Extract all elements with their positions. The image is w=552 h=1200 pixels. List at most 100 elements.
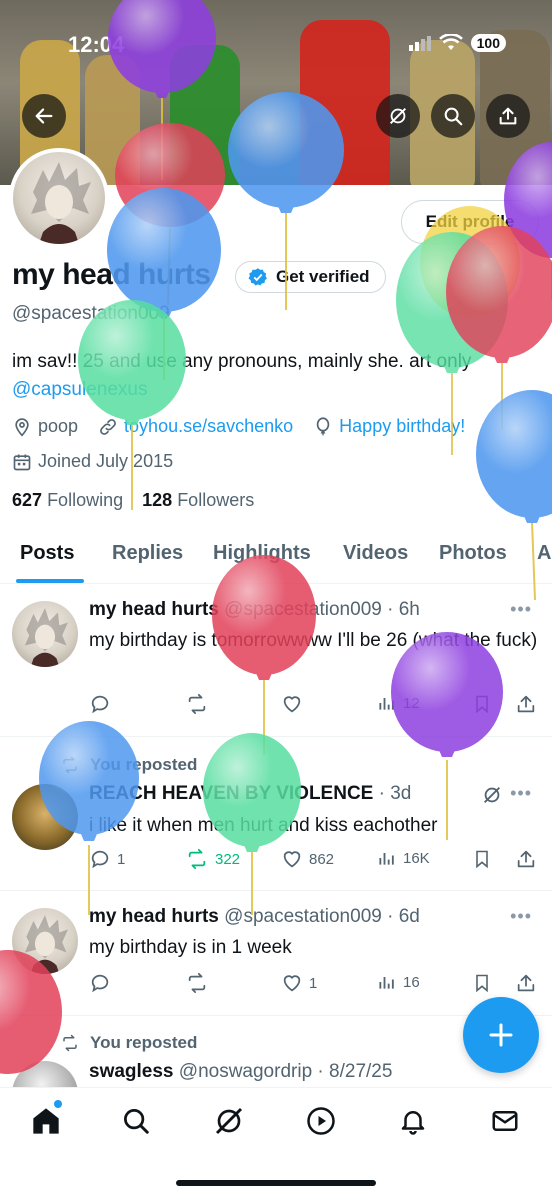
- mail-icon: [492, 1111, 518, 1131]
- more-options-icon[interactable]: •••: [510, 599, 532, 620]
- nav-messages[interactable]: [488, 1104, 522, 1138]
- heart-icon: [283, 851, 301, 868]
- share-tweet-button[interactable]: [515, 848, 537, 870]
- tab-videos[interactable]: Videos: [343, 542, 408, 565]
- reply-button[interactable]: [89, 693, 111, 715]
- tab-replies[interactable]: Replies: [112, 542, 183, 565]
- bio-mention-link[interactable]: @capsulenexus: [12, 376, 552, 404]
- reply-icon: [91, 850, 109, 869]
- tweet-author-name[interactable]: swagless: [89, 1061, 174, 1082]
- repost-note-text: You reposted: [90, 755, 198, 774]
- wifi-icon: [438, 34, 463, 50]
- views-button[interactable]: 16K: [377, 848, 430, 868]
- grok-button[interactable]: [376, 94, 420, 138]
- location-text: poop: [38, 416, 79, 436]
- views-icon: [379, 698, 394, 710]
- more-options-icon[interactable]: •••: [510, 783, 532, 804]
- share-button[interactable]: [486, 94, 530, 138]
- home-icon: [33, 1108, 59, 1134]
- followers-label: Followers: [177, 490, 255, 510]
- follow-stats: 627 Following 128 Followers: [12, 490, 254, 511]
- tweet-time: 8/27/25: [329, 1061, 393, 1082]
- views-count: 16K: [403, 849, 430, 867]
- like-button[interactable]: 862: [281, 848, 334, 870]
- like-button[interactable]: [281, 693, 303, 715]
- play-icon: [307, 1107, 335, 1135]
- tweet-author-name[interactable]: my head hurts: [89, 599, 219, 620]
- profile-avatar[interactable]: [9, 148, 109, 248]
- tweet-author-name[interactable]: REACH HEAVEN BY VIOLENCE: [89, 783, 373, 804]
- edit-profile-button[interactable]: Edit profile: [401, 200, 539, 244]
- website-link[interactable]: toyhou.se/savchenko: [124, 416, 293, 437]
- tweet-item[interactable]: my head hurts @spacestation009 · 6d ••• …: [0, 892, 552, 1016]
- nav-home[interactable]: [29, 1104, 63, 1138]
- nav-grok[interactable]: [212, 1104, 246, 1138]
- tweet-item[interactable]: You reposted REACH HEAVEN BY VIOLENCE · …: [0, 738, 552, 891]
- joined-row: Joined July 2015: [12, 451, 173, 472]
- bookmark-button[interactable]: [472, 972, 492, 994]
- like-count: 1: [309, 974, 318, 992]
- like-button[interactable]: 1: [281, 972, 317, 994]
- bookmark-button[interactable]: [472, 848, 492, 870]
- search-icon: [444, 107, 463, 126]
- heart-icon: [283, 975, 301, 992]
- bio-text: im sav!! 25 and use any pronouns, mainly…: [12, 351, 472, 372]
- tweet-header: REACH HEAVEN BY VIOLENCE · 3d: [89, 783, 412, 804]
- repost-icon: [188, 693, 206, 715]
- repost-note: You reposted: [60, 1033, 197, 1053]
- tweet-text: my birthday is tomorrowwww I'll be 26 (w…: [89, 630, 538, 651]
- profile-handle: @spacestation009: [12, 303, 170, 324]
- repost-icon: [188, 848, 206, 870]
- share-tweet-button[interactable]: [515, 972, 537, 994]
- views-button[interactable]: 16: [377, 972, 420, 992]
- tweet-avatar[interactable]: [12, 1061, 78, 1087]
- nav-notifications[interactable]: [396, 1104, 430, 1138]
- more-options-icon[interactable]: •••: [510, 906, 532, 927]
- tab-articles[interactable]: A: [537, 542, 551, 565]
- tweet-actions: 12: [89, 693, 539, 717]
- like-count: 862: [309, 850, 335, 868]
- share-tweet-button[interactable]: [515, 693, 537, 715]
- status-bar: 12:04 100: [0, 0, 552, 90]
- views-icon: [379, 853, 394, 865]
- nav-video[interactable]: [304, 1104, 338, 1138]
- display-name: my head hurts: [12, 258, 211, 291]
- tweet-avatar[interactable]: [12, 601, 78, 667]
- nav-search[interactable]: [119, 1104, 153, 1138]
- back-button[interactable]: [22, 94, 66, 138]
- compose-post-button[interactable]: [463, 997, 539, 1073]
- bell-icon: [401, 1111, 425, 1135]
- tweet-actions: 1 322 862 16K: [89, 848, 539, 872]
- location-pin-icon: [15, 417, 29, 437]
- reply-icon: [91, 695, 109, 714]
- active-tab-indicator: [16, 579, 84, 583]
- reply-button[interactable]: 1: [89, 848, 125, 870]
- repost-button[interactable]: 322: [185, 848, 240, 870]
- following-link[interactable]: 627 Following: [12, 490, 123, 510]
- tab-posts[interactable]: Posts: [20, 542, 74, 565]
- tweet-avatar[interactable]: [12, 908, 78, 974]
- tweet-author-name[interactable]: my head hurts: [89, 906, 219, 927]
- repost-button[interactable]: [185, 972, 209, 994]
- reply-icon: [91, 974, 109, 993]
- search-button[interactable]: [431, 94, 475, 138]
- tab-highlights[interactable]: Highlights: [213, 542, 311, 565]
- get-verified-button[interactable]: Get verified: [235, 261, 386, 293]
- bookmark-icon: [476, 695, 488, 714]
- profile-tabs: Posts Replies Highlights Videos Photos A: [0, 530, 552, 584]
- reply-button[interactable]: [89, 972, 111, 994]
- following-label: Following: [47, 490, 124, 510]
- tweet-item[interactable]: my head hurts @spacestation009 · 6h ••• …: [0, 585, 552, 737]
- following-count: 627: [12, 490, 43, 510]
- search-icon: [124, 1109, 149, 1134]
- birthday-link[interactable]: Happy birthday!: [339, 416, 465, 437]
- followers-link[interactable]: 128 Followers: [142, 490, 254, 510]
- grok-icon[interactable]: [481, 784, 503, 811]
- home-indicator: [176, 1180, 376, 1186]
- tweet-avatar[interactable]: [12, 784, 78, 850]
- balloon-icon: [316, 416, 330, 435]
- bookmark-button[interactable]: [472, 693, 492, 715]
- views-button[interactable]: 12: [377, 693, 420, 713]
- repost-button[interactable]: [185, 693, 209, 715]
- tab-photos[interactable]: Photos: [439, 542, 507, 565]
